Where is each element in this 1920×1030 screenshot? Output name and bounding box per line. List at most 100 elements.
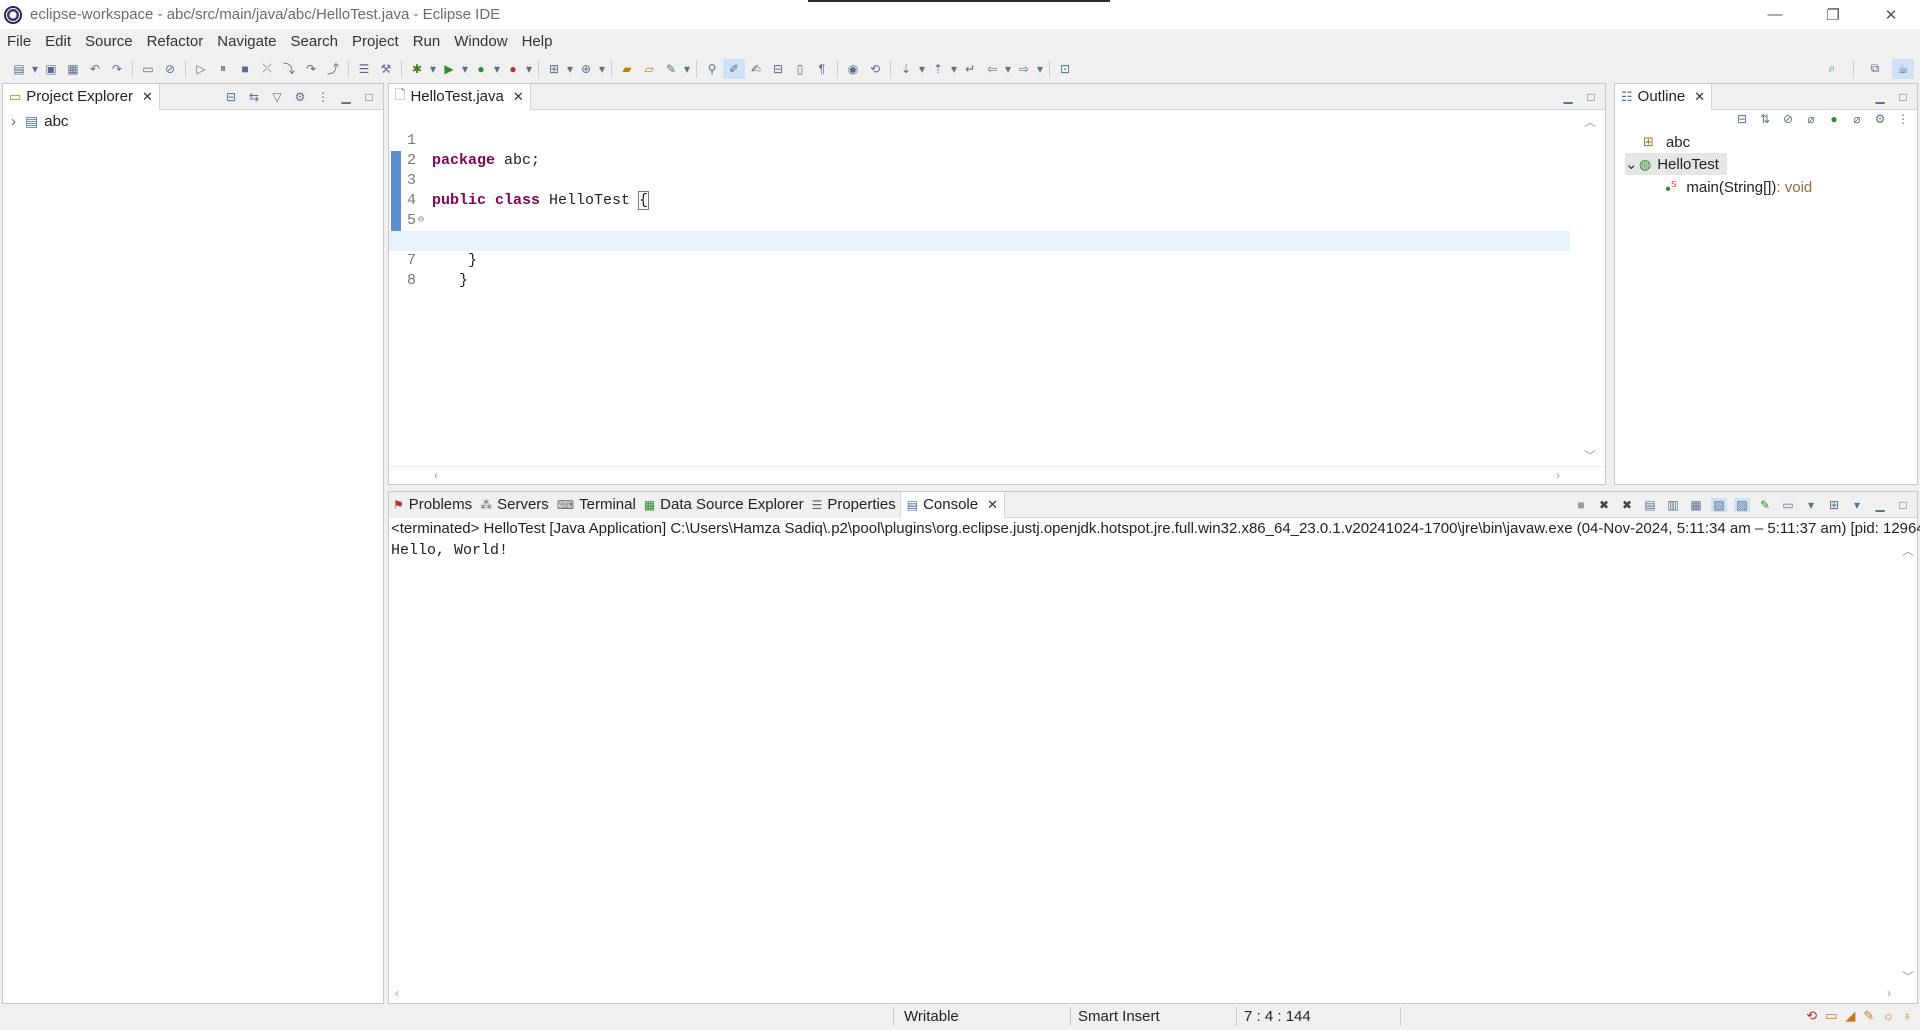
forward-icon[interactable]: ⇨ xyxy=(1013,59,1035,79)
last-edit-location-icon[interactable]: ↵ xyxy=(959,59,981,79)
new-icon[interactable]: ▤ xyxy=(8,59,30,79)
open-console-icon[interactable]: ⊞ xyxy=(1826,498,1842,512)
scroll-down-icon[interactable]: ﹀ xyxy=(1902,968,1914,985)
terminal-icon[interactable]: ▭ xyxy=(137,59,159,79)
scroll-right-icon[interactable]: › xyxy=(1556,468,1560,482)
dropdown-icon[interactable]: ▾ xyxy=(1035,59,1045,79)
console-output[interactable]: Hello, World! xyxy=(391,542,508,559)
tab-data-source-explorer[interactable]: ▦ Data Source Explorer xyxy=(639,491,808,518)
back-icon[interactable]: ⇦ xyxy=(981,59,1003,79)
scroll-left-icon[interactable]: ‹ xyxy=(395,986,399,1000)
console-horizontal-scrollbar[interactable]: ‹ › xyxy=(389,985,1917,1003)
outline-item-method[interactable]: ●S main(String[]) : void xyxy=(1665,176,1812,198)
external-tools-icon[interactable]: ● xyxy=(502,59,524,79)
status-insert-mode[interactable]: Smart Insert xyxy=(1078,1008,1160,1025)
mark-occurrences-icon[interactable]: ✐ xyxy=(723,58,745,79)
resume-icon[interactable]: ▷ xyxy=(190,59,212,79)
tab-properties[interactable]: ☰ Properties xyxy=(807,491,900,518)
menu-search[interactable]: Search xyxy=(283,33,345,50)
outline-item-package[interactable]: ⊞ abc xyxy=(1643,131,1690,153)
restore-button[interactable]: ❐ xyxy=(1804,0,1862,29)
close-window-button[interactable]: ✕ xyxy=(1862,0,1920,29)
view-menu-icon[interactable]: ⋮ xyxy=(315,90,331,104)
redo-icon[interactable]: ↷ xyxy=(106,59,128,79)
pin-editor-icon[interactable]: ⊡ xyxy=(1054,59,1076,79)
show-whitespace-icon[interactable]: ▯ xyxy=(789,59,811,79)
menu-refactor[interactable]: Refactor xyxy=(140,33,211,50)
menu-file[interactable]: File xyxy=(0,33,38,50)
tab-terminal[interactable]: ⌨ Terminal xyxy=(552,491,640,518)
close-icon[interactable]: ✕ xyxy=(987,497,998,513)
dropdown-icon[interactable]: ▾ xyxy=(30,59,40,79)
java-perspective-icon[interactable]: ☕ xyxy=(1892,58,1914,79)
show-console-on-stdout-icon[interactable]: ▧ xyxy=(1711,498,1727,512)
open-type-icon[interactable]: ▰ xyxy=(616,59,638,79)
maximize-view-icon[interactable]: □ xyxy=(361,90,377,104)
step-into-icon[interactable]: ⤵ xyxy=(278,59,300,79)
close-icon[interactable]: ✕ xyxy=(513,89,524,105)
dropdown-icon[interactable]: ▾ xyxy=(1849,498,1865,512)
open-task-icon[interactable]: ▱ xyxy=(638,59,660,79)
tab-servers[interactable]: ⁂ Servers xyxy=(476,491,553,518)
scroll-left-icon[interactable]: ‹ xyxy=(434,468,438,482)
maximize-view-icon[interactable]: □ xyxy=(1895,90,1911,104)
tutorial-icon[interactable]: ◢ xyxy=(1845,1008,1855,1024)
collapse-all-icon[interactable]: ⊟ xyxy=(223,90,239,104)
menu-source[interactable]: Source xyxy=(78,33,140,50)
menu-navigate[interactable]: Navigate xyxy=(210,33,283,50)
hide-local-types-icon[interactable]: ⌀ xyxy=(1849,112,1865,126)
chevron-right-icon[interactable]: › xyxy=(11,113,25,130)
minimize-view-icon[interactable]: ▁ xyxy=(1560,90,1576,104)
undo-icon[interactable]: ↶ xyxy=(84,59,106,79)
dropdown-icon[interactable]: ▾ xyxy=(597,59,607,79)
link-with-editor-icon[interactable]: ⇆ xyxy=(246,90,262,104)
dropdown-icon[interactable]: ▾ xyxy=(565,59,575,79)
dropdown-icon[interactable]: ▾ xyxy=(460,59,470,79)
pin-console-icon[interactable]: ✎ xyxy=(1757,498,1773,512)
minimize-view-icon[interactable]: ▁ xyxy=(1872,498,1888,512)
hide-static-icon[interactable]: ⌀ xyxy=(1803,112,1819,126)
open-web-browser-icon[interactable]: ⟲ xyxy=(864,59,886,79)
editor-vertical-scrollbar[interactable]: ︿ ﹀ xyxy=(1575,111,1605,466)
close-icon[interactable]: ✕ xyxy=(1694,89,1705,105)
save-icon[interactable]: ▣ xyxy=(40,59,62,79)
dropdown-icon[interactable]: ▾ xyxy=(917,59,927,79)
scroll-right-icon[interactable]: › xyxy=(1887,986,1891,1000)
menu-help[interactable]: Help xyxy=(515,33,560,50)
dropdown-icon[interactable]: ▾ xyxy=(682,59,692,79)
search-icon[interactable]: ⌕ xyxy=(1821,59,1843,79)
search-tool-icon[interactable]: ✎ xyxy=(660,59,682,79)
maximize-view-icon[interactable]: □ xyxy=(1583,90,1599,104)
debug-icon[interactable]: ✱ xyxy=(406,59,428,79)
console-vertical-scrollbar[interactable]: ︿ ﹀ xyxy=(1899,542,1917,985)
scroll-lock-icon[interactable]: ▥ xyxy=(1665,498,1681,512)
show-console-on-stderr-icon[interactable]: ▨ xyxy=(1734,498,1750,512)
outline-item-class[interactable]: ⌄ ◍ HelloTest xyxy=(1625,153,1727,175)
menu-window[interactable]: Window xyxy=(447,33,514,50)
tip-icon[interactable]: ♁ xyxy=(1902,1008,1912,1024)
filter-icon[interactable]: ▽ xyxy=(269,90,285,104)
display-selected-console-icon[interactable]: ▭ xyxy=(1780,498,1796,512)
status-cursor-position[interactable]: 7 : 4 : 144 xyxy=(1244,1008,1311,1025)
highlight-icon[interactable]: ✍ xyxy=(745,59,767,79)
focus-icon[interactable]: ⚙ xyxy=(1872,112,1888,126)
editor-horizontal-scrollbar[interactable]: ‹ › xyxy=(389,466,1605,484)
dropdown-icon[interactable]: ▾ xyxy=(492,59,502,79)
next-annotation-icon[interactable]: ⇣ xyxy=(895,59,917,79)
new-java-package-icon[interactable]: ⊞ xyxy=(543,59,565,79)
previous-annotation-icon[interactable]: ⇡ xyxy=(927,59,949,79)
terminate-icon[interactable]: ■ xyxy=(234,59,256,79)
menu-project[interactable]: Project xyxy=(345,33,406,50)
tab-console[interactable]: ▤ Console ✕ xyxy=(899,491,1006,518)
scroll-up-icon[interactable]: ︿ xyxy=(1902,542,1914,559)
dropdown-icon[interactable]: ▾ xyxy=(1803,498,1819,512)
tab-hellotest-java[interactable]: 🗋 HelloTest.java ✕ xyxy=(389,83,531,110)
dropdown-icon[interactable]: ▾ xyxy=(524,59,534,79)
skip-breakpoints-icon[interactable]: ⊘ xyxy=(159,59,181,79)
build-icon[interactable]: ⚒ xyxy=(375,59,397,79)
remove-all-terminated-icon[interactable]: ✖ xyxy=(1619,498,1635,512)
use-step-filters-icon[interactable]: ☰ xyxy=(353,59,375,79)
pilcrow-icon[interactable]: ¶ xyxy=(811,59,833,79)
coverage-icon[interactable]: ● xyxy=(470,59,492,79)
hide-non-public-icon[interactable]: ● xyxy=(1826,112,1842,126)
